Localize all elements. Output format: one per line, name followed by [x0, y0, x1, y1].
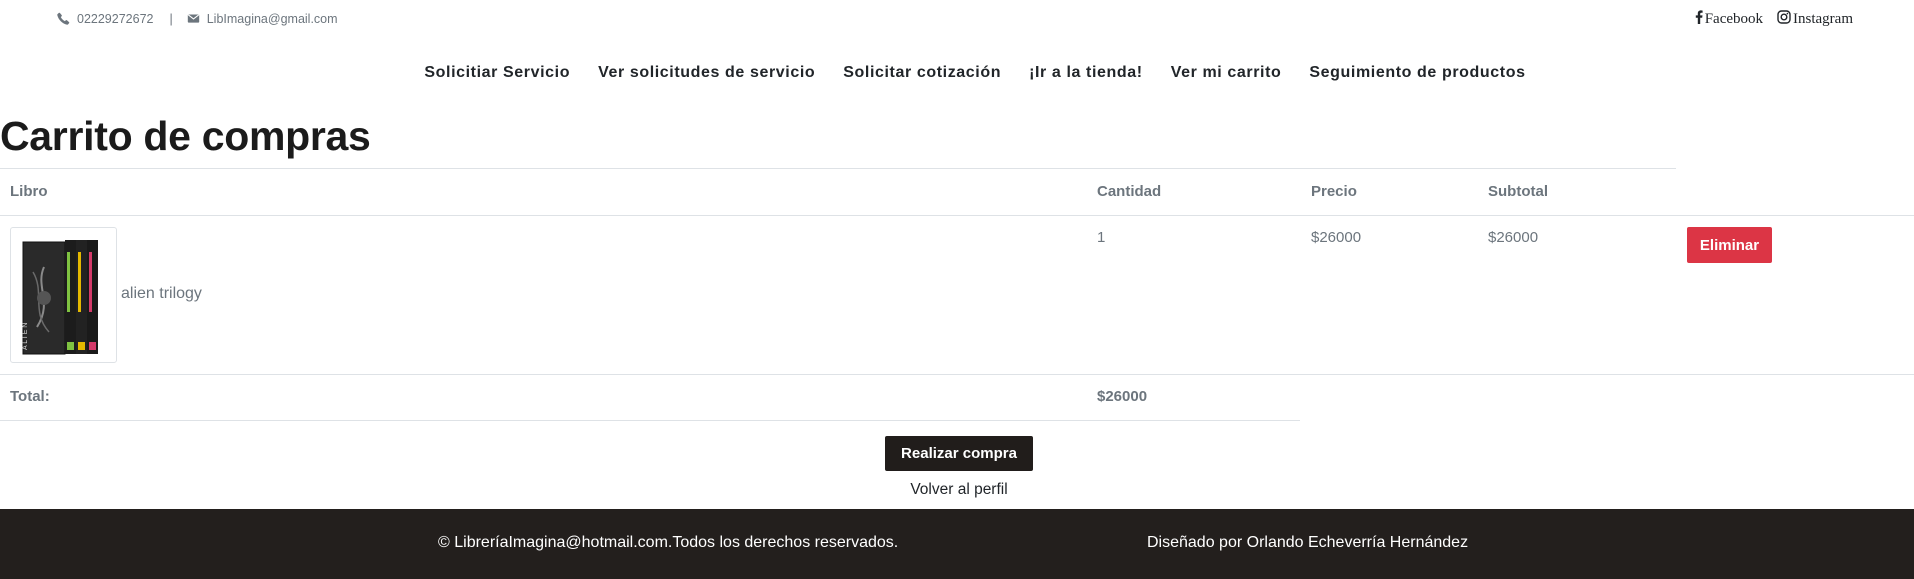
total-value: $26000 — [1097, 388, 1148, 405]
item-subtotal: $26000 — [1488, 229, 1539, 246]
item-price: $26000 — [1311, 229, 1362, 246]
header-libro: Libro — [10, 183, 48, 200]
item-quantity: 1 — [1097, 229, 1106, 246]
facebook-link[interactable]: Facebook — [1695, 10, 1763, 29]
contact-separator: | — [169, 12, 173, 26]
checkout-button[interactable]: Realizar compra — [885, 436, 1033, 471]
facebook-label: Facebook — [1704, 11, 1764, 27]
social-links: Facebook Instagram — [1681, 10, 1853, 29]
contact-email[interactable]: LibImagina@gmail.com — [207, 12, 338, 26]
back-to-profile-link: Volver al perfil — [0, 481, 1914, 499]
table-top-border — [0, 168, 1676, 169]
header-precio: Precio — [1311, 183, 1357, 200]
footer-designer: Diseñado por Orlando Echeverría Hernánde… — [1147, 534, 1469, 551]
nav-item-solicitar-servicio[interactable]: Solicitiar Servicio — [424, 64, 570, 82]
book-cover-image: A L I E N — [10, 227, 117, 363]
header-bottom-border — [0, 215, 1914, 216]
total-bottom-border — [0, 420, 1300, 421]
nav-item-ir-tienda[interactable]: ¡Ir a la tienda! — [1029, 64, 1143, 82]
main-nav: Solicitiar Servicio Ver solicitudes de s… — [0, 64, 1914, 82]
nav-item-ver-carrito[interactable]: Ver mi carrito — [1171, 64, 1282, 82]
phone-number: 02229272672 — [77, 12, 154, 26]
row-bottom-border — [0, 374, 1914, 375]
footer: © LibreríaImagina@hotmail.com.Todos los … — [0, 509, 1914, 579]
header-subtotal: Subtotal — [1488, 183, 1548, 200]
book-title: alien trilogy — [121, 285, 202, 302]
instagram-link[interactable]: Instagram — [1777, 10, 1853, 29]
nav-item-ver-solicitudes[interactable]: Ver solicitudes de servicio — [598, 64, 815, 82]
page-title: Carrito de compras — [0, 113, 371, 159]
total-label: Total: — [10, 388, 50, 405]
top-bar: 02229272672 | LibImagina@gmail.com Faceb… — [0, 0, 1914, 40]
phone-icon — [57, 12, 71, 26]
facebook-icon — [1695, 10, 1705, 29]
svg-text:A L I E N: A L I E N — [22, 323, 29, 350]
header-cantidad: Cantidad — [1097, 183, 1162, 200]
back-to-profile-anchor[interactable]: Volver al perfil — [910, 481, 1007, 498]
delete-button[interactable]: Eliminar — [1687, 227, 1772, 263]
envelope-icon — [187, 12, 201, 26]
instagram-icon — [1777, 10, 1793, 29]
nav-item-solicitar-cotizacion[interactable]: Solicitar cotización — [843, 64, 1001, 82]
footer-copyright: © LibreríaImagina@hotmail.com.Todos los … — [438, 534, 899, 551]
nav-item-seguimiento[interactable]: Seguimiento de productos — [1309, 64, 1525, 82]
contact-info: 02229272672 | LibImagina@gmail.com — [57, 12, 338, 26]
instagram-label: Instagram — [1793, 11, 1853, 27]
